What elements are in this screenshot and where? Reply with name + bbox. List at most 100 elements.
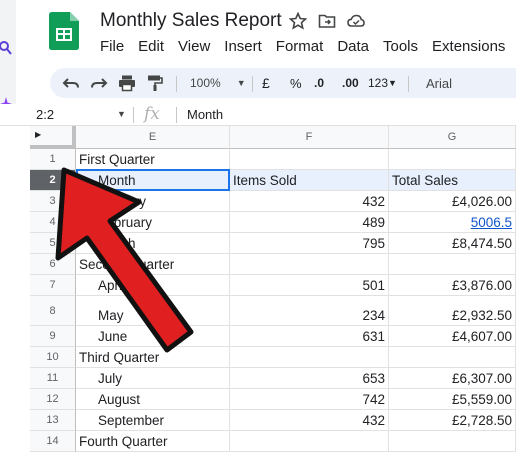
cell-g6[interactable] bbox=[389, 254, 516, 275]
column-header-g[interactable]: G bbox=[389, 126, 516, 149]
cell-f6[interactable] bbox=[230, 254, 389, 275]
fx-icon: fx bbox=[144, 104, 160, 124]
cell-e4[interactable]: February bbox=[76, 212, 230, 233]
cell-e9[interactable]: June bbox=[76, 326, 230, 347]
menu-file[interactable]: File bbox=[100, 38, 124, 55]
row-header-5[interactable]: 5 bbox=[30, 233, 76, 254]
zoom-value: 100% bbox=[190, 76, 221, 90]
cloud-status-icon[interactable] bbox=[347, 12, 365, 30]
menu-data[interactable]: Data bbox=[337, 38, 369, 55]
cell-e3[interactable]: January bbox=[76, 191, 230, 212]
cell-g11[interactable]: £6,307.00 bbox=[389, 368, 516, 389]
row-header-10[interactable]: 10 bbox=[30, 347, 76, 368]
document-title[interactable]: Monthly Sales Report bbox=[100, 10, 282, 32]
menu-tools[interactable]: Tools bbox=[383, 38, 418, 55]
cell-e6[interactable]: Second Quarter bbox=[76, 254, 230, 275]
percent-format-button[interactable]: % bbox=[290, 74, 302, 92]
menu-view[interactable]: View bbox=[178, 38, 210, 55]
menu-format[interactable]: Format bbox=[276, 38, 324, 55]
toolbar-divider bbox=[176, 76, 177, 92]
cell-f12[interactable]: 742 bbox=[230, 389, 389, 410]
cell-g2[interactable]: Total Sales bbox=[389, 170, 516, 191]
cell-e7[interactable]: April bbox=[76, 275, 230, 296]
star-icon[interactable] bbox=[289, 12, 307, 30]
cell-g5[interactable]: £8,474.50 bbox=[389, 233, 516, 254]
increase-decimal-button[interactable]: .00 bbox=[342, 74, 359, 92]
more-formats-button[interactable]: 123 ▼ bbox=[368, 74, 397, 92]
cell-f2[interactable]: Items Sold bbox=[230, 170, 389, 191]
cell-e12[interactable]: August bbox=[76, 389, 230, 410]
cell-g1[interactable] bbox=[389, 149, 516, 170]
column-header-e[interactable]: E bbox=[76, 126, 230, 149]
search-icon[interactable] bbox=[0, 40, 12, 56]
decrease-decimal-button[interactable]: .0 bbox=[314, 74, 324, 92]
name-box[interactable]: 2:2 bbox=[36, 107, 54, 122]
chevron-down-icon: ▼ bbox=[388, 78, 397, 88]
cell-g7[interactable]: £3,876.00 bbox=[389, 275, 516, 296]
row-header-13[interactable]: 13 bbox=[30, 410, 76, 431]
cell-e10[interactable]: Third Quarter bbox=[76, 347, 230, 368]
cell-e13[interactable]: September bbox=[76, 410, 230, 431]
cell-f8[interactable]: 234 bbox=[230, 296, 389, 326]
zoom-select[interactable]: 100% ▼ bbox=[190, 74, 246, 92]
more-formats-label: 123 bbox=[368, 76, 389, 90]
cell-f9[interactable]: 631 bbox=[230, 326, 389, 347]
cell-f14[interactable] bbox=[230, 431, 389, 452]
toolbar-divider bbox=[408, 76, 409, 92]
font-select[interactable]: Arial bbox=[426, 74, 452, 92]
cell-g3[interactable]: £4,026.00 bbox=[389, 191, 516, 212]
cell-e1[interactable]: First Quarter bbox=[76, 149, 230, 170]
undo-icon[interactable] bbox=[62, 74, 80, 92]
sheets-logo-icon[interactable] bbox=[49, 12, 79, 50]
currency-format-button[interactable]: £ bbox=[262, 74, 270, 92]
cell-g4[interactable]: 5006.5 bbox=[389, 212, 516, 233]
cell-e2[interactable]: Month bbox=[76, 170, 230, 191]
row-header-8[interactable]: 8 bbox=[30, 296, 76, 326]
formula-divider bbox=[133, 107, 134, 123]
cell-e5[interactable]: March bbox=[76, 233, 230, 254]
cell-f1[interactable] bbox=[230, 149, 389, 170]
chevron-down-icon[interactable]: ▼ bbox=[117, 109, 126, 119]
formula-input[interactable]: Month bbox=[187, 107, 223, 122]
row-header-4[interactable]: 4 bbox=[30, 212, 76, 233]
cell-g8[interactable]: £2,932.50 bbox=[389, 296, 516, 326]
redo-icon[interactable] bbox=[90, 74, 108, 92]
cell-g10[interactable] bbox=[389, 347, 516, 368]
decrease-decimal-label: .0 bbox=[314, 76, 325, 90]
cell-f11[interactable]: 653 bbox=[230, 368, 389, 389]
row-header-1[interactable]: 1 bbox=[30, 149, 76, 170]
cell-e11[interactable]: July bbox=[76, 368, 230, 389]
row-header-9[interactable]: 9 bbox=[30, 326, 76, 347]
menu-bar: File Edit View Insert Format Data Tools … bbox=[100, 38, 516, 55]
chevron-down-icon: ▼ bbox=[236, 78, 246, 88]
select-all-corner[interactable]: ▶ bbox=[30, 126, 76, 149]
cell-f3[interactable]: 432 bbox=[230, 191, 389, 212]
cell-g12[interactable]: £5,559.00 bbox=[389, 389, 516, 410]
cell-g9[interactable]: £4,607.00 bbox=[389, 326, 516, 347]
paint-format-icon[interactable] bbox=[146, 74, 164, 92]
cell-f13[interactable]: 432 bbox=[230, 410, 389, 431]
row-header-6[interactable]: 6 bbox=[30, 254, 76, 275]
cell-g14[interactable] bbox=[389, 431, 516, 452]
toolbar-divider bbox=[252, 76, 253, 92]
cell-f4[interactable]: 489 bbox=[230, 212, 389, 233]
move-to-folder-icon[interactable] bbox=[318, 12, 336, 30]
column-header-f[interactable]: F bbox=[230, 126, 389, 149]
cell-f10[interactable] bbox=[230, 347, 389, 368]
toolbar: 100% ▼ £ % .0 .00 123 ▼ Arial bbox=[50, 68, 516, 98]
cell-f5[interactable]: 795 bbox=[230, 233, 389, 254]
cell-e14[interactable]: Fourth Quarter bbox=[76, 431, 230, 452]
menu-extensions[interactable]: Extensions bbox=[432, 38, 505, 55]
row-header-7[interactable]: 7 bbox=[30, 275, 76, 296]
cell-f7[interactable]: 501 bbox=[230, 275, 389, 296]
row-header-12[interactable]: 12 bbox=[30, 389, 76, 410]
cell-g13[interactable]: £2,728.50 bbox=[389, 410, 516, 431]
row-header-3[interactable]: 3 bbox=[30, 191, 76, 212]
menu-insert[interactable]: Insert bbox=[224, 38, 262, 55]
row-header-2[interactable]: 2 bbox=[30, 170, 76, 191]
menu-edit[interactable]: Edit bbox=[138, 38, 164, 55]
print-icon[interactable] bbox=[118, 74, 136, 92]
row-header-14[interactable]: 14 bbox=[30, 431, 76, 452]
cell-e8[interactable]: May bbox=[76, 296, 230, 326]
row-header-11[interactable]: 11 bbox=[30, 368, 76, 389]
